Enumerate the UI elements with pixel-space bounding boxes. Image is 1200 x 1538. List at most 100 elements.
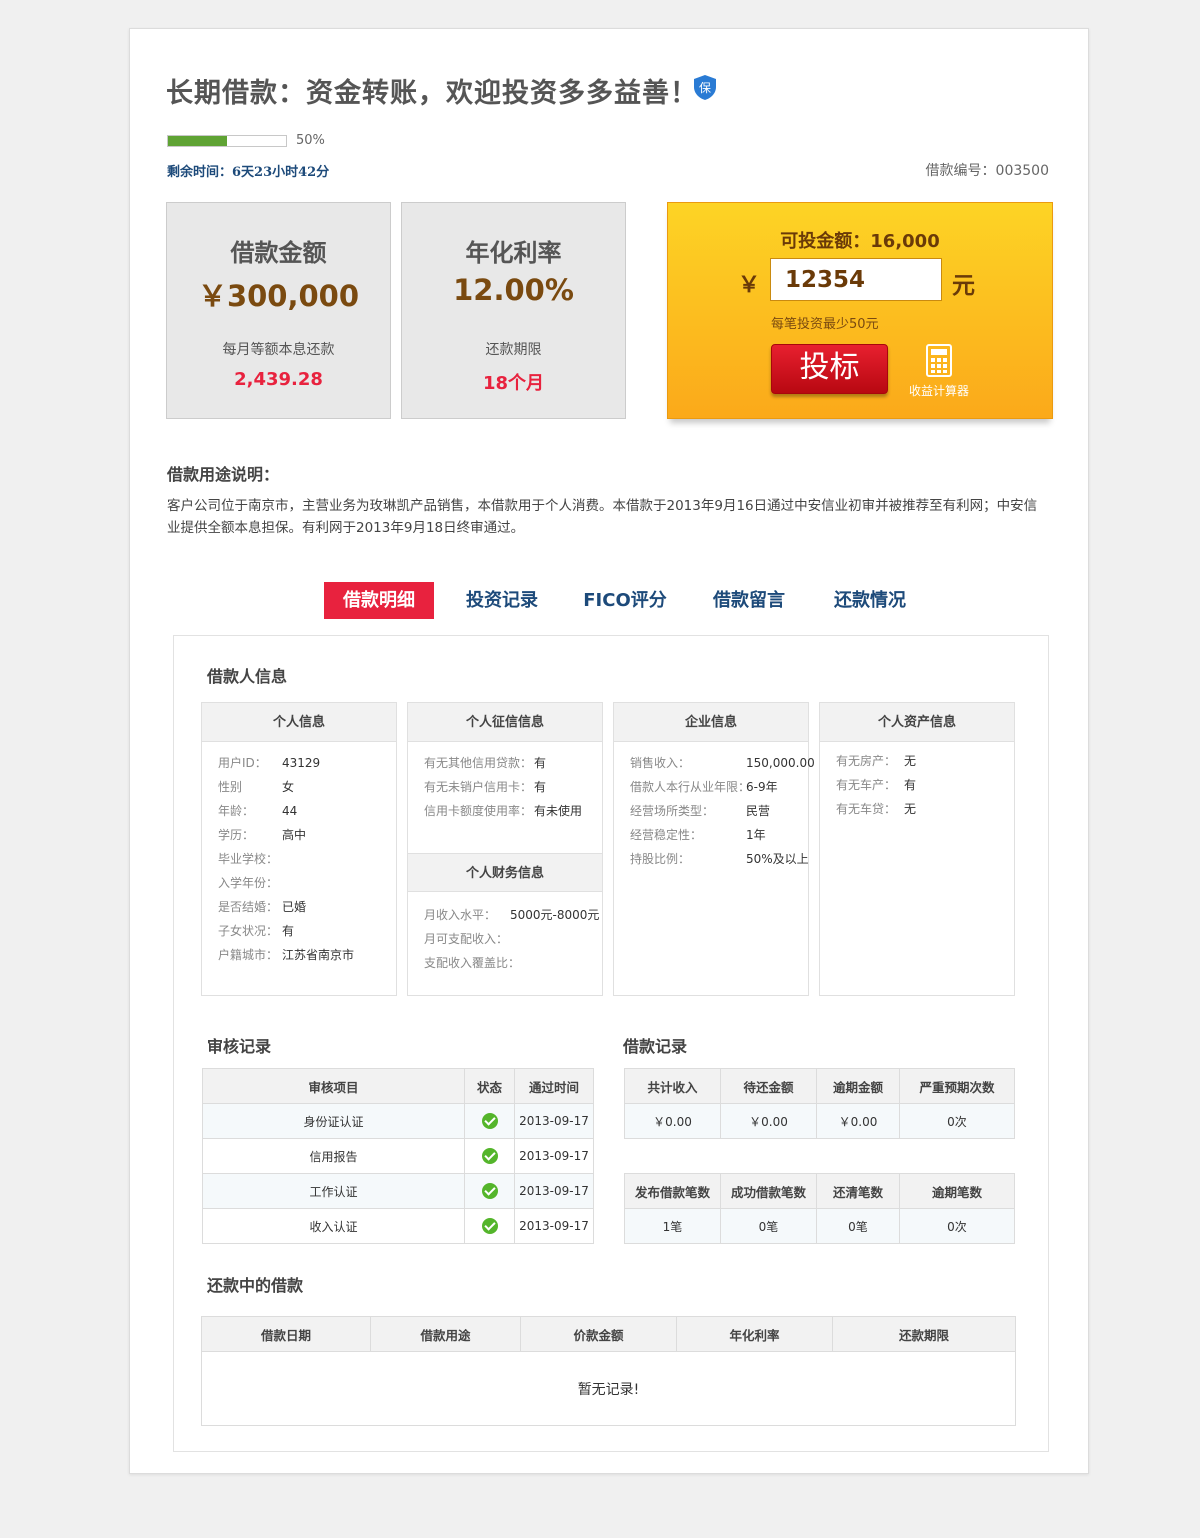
info-row: 年龄： 44 <box>218 804 298 818</box>
loan-record-table-2: 发布借款笔数 成功借款笔数 还清笔数 逾期笔数 1笔 0笔 0笔 0次 <box>624 1173 1015 1244</box>
finance-info-rows: 月收入水平： 5000元-8000元 月可支配收入： 支配收入覆盖比： <box>408 892 602 978</box>
table-row: ￥0.00 ￥0.00 ￥0.00 0次 <box>624 1103 1015 1139</box>
info-row: 经营场所类型： 民营 <box>630 804 771 818</box>
loan-amount-heading: 借款金额 <box>230 239 327 267</box>
table-row: 身份证认证 2013-09-17 <box>202 1103 594 1139</box>
info-row: 户籍城市： 江苏省南京市 <box>218 948 355 962</box>
check-icon <box>481 1183 498 1199</box>
purpose-heading: 借款用途说明： <box>167 465 280 484</box>
guarantee-shield-icon: 保 <box>694 75 716 100</box>
tab-loan-detail[interactable]: 借款明细 <box>324 582 434 627</box>
detail-tabs: 借款明细 投资记录 FICO评分 借款留言 还款情况 <box>130 582 1090 627</box>
company-info-rows: 销售收入： 150,000.00 借款人本行从业年限：6-9年 经营场所类型： 民营… <box>614 742 815 874</box>
progress-fill <box>168 136 227 146</box>
remaining-time: 剩余时间：6天23小时42分 <box>167 165 330 180</box>
bid-button[interactable]: 投标 <box>771 344 888 394</box>
loan-title-text: 长期借款：资金转账，欢迎投资多多益善！ <box>166 78 698 109</box>
table-header-row: 借款日期 借款用途 价款金额 年化利率 还款期限 <box>201 1316 1016 1352</box>
min-invest-note: 每笔投资最少50元 <box>771 317 879 332</box>
check-icon <box>481 1148 498 1164</box>
company-info-card: 企业信息 销售收入： 150,000.00 借款人本行从业年限：6-9年 经营场所… <box>613 702 815 996</box>
loan-amount-box: 借款金额 ￥300,000 每月等额本息还款 2,439.28 <box>166 202 391 419</box>
loan-title: 长期借款：资金转账，欢迎投资多多益善！ <box>166 71 698 110</box>
empty-record-message: 暂无记录! <box>201 1351 1016 1426</box>
invest-panel: 可投金额：16,000 ￥ 元 每笔投资最少50元 投标 收益计算器 <box>667 202 1053 419</box>
calculator-label: 收益计算器 <box>908 384 969 398</box>
info-row: 持股比例： 50%及以上 <box>630 852 809 866</box>
info-row: 月可支配收入： <box>424 932 509 946</box>
info-row: 经营稳定性： 1年 <box>630 828 766 842</box>
progress-label: 50% <box>296 133 325 148</box>
invest-amount-input[interactable] <box>770 258 942 301</box>
loan-number: 借款编号：003500 <box>925 163 1049 179</box>
currency-symbol: ￥ <box>738 273 761 298</box>
info-row: 信用卡额度使用率： 有未使用 <box>424 804 583 818</box>
asset-info-rows: 有无房产：无 有无车产：有 有无车贷：无 <box>820 742 1014 824</box>
monthly-payment-value: 2,439.28 <box>234 369 323 390</box>
loan-detail-card: 长期借款：资金转账，欢迎投资多多益善！ 保 50% 剩余时间：6天23小时42分… <box>129 28 1089 1474</box>
interest-rate-value: 12.00% <box>453 273 574 307</box>
table-header-row: 审核项目 状态 通过时间 <box>202 1068 594 1104</box>
info-row: 入学年份： <box>218 876 279 890</box>
table-header-row: 发布借款笔数 成功借款笔数 还清笔数 逾期笔数 <box>624 1173 1015 1209</box>
progress-bar <box>167 135 287 147</box>
info-row: 月收入水平： 5000元-8000元 <box>424 908 600 922</box>
credit-info-card: 个人征信信息 有无其他信用贷款：有 有无未销户信用卡：有 信用卡额度使用率： 有未… <box>407 702 603 996</box>
info-row: 是否结婚： 已婚 <box>218 900 307 914</box>
repay-term-label: 还款期限 <box>485 342 542 358</box>
audit-heading: 审核记录 <box>207 1037 272 1056</box>
unit-label: 元 <box>952 273 975 299</box>
check-icon <box>481 1218 498 1234</box>
audit-table: 审核项目 状态 通过时间 身份证认证 2013-09-17 信用报告 2013-… <box>202 1068 594 1244</box>
loan-amount-value: ￥300,000 <box>197 279 360 313</box>
table-row: 工作认证 2013-09-17 <box>202 1173 594 1209</box>
table-row: 收入认证 2013-09-17 <box>202 1208 594 1244</box>
info-row: 销售收入： 150,000.00 <box>630 756 815 770</box>
tab-invest-record[interactable]: 投资记录 <box>452 582 552 619</box>
tab-repayment[interactable]: 还款情况 <box>820 582 920 619</box>
available-amount: 可投金额：16,000 <box>780 231 940 252</box>
table-row: 1笔 0笔 0笔 0次 <box>624 1208 1015 1244</box>
info-row: 有无未销户信用卡：有 <box>424 780 547 794</box>
credit-info-rows: 有无其他信用贷款：有 有无未销户信用卡：有 信用卡额度使用率： 有未使用 <box>408 742 602 853</box>
personal-info-title: 个人信息 <box>202 703 396 742</box>
borrower-info-heading: 借款人信息 <box>207 667 288 686</box>
company-info-title: 企业信息 <box>614 703 808 742</box>
loan-record-table-1: 共计收入 待还金额 逾期金额 严重预期次数 ￥0.00 ￥0.00 ￥0.00 … <box>624 1068 1015 1139</box>
interest-rate-box: 年化利率 12.00% 还款期限 18个月 <box>401 202 626 419</box>
tab-loan-messages[interactable]: 借款留言 <box>699 582 799 619</box>
info-row: 有无其他信用贷款：有 <box>424 756 547 770</box>
check-icon <box>481 1113 498 1129</box>
table-row: 暂无记录! <box>201 1351 1016 1426</box>
info-row: 用户ID： 43129 <box>218 756 321 770</box>
personal-info-rows: 用户ID： 43129 性别女 年龄： 44 学历： 高中 毕业学校： 入学年份： 是… <box>202 742 396 970</box>
info-row: 毕业学校： <box>218 852 279 866</box>
tab-fico-score[interactable]: FICO评分 <box>575 582 675 619</box>
asset-info-title: 个人资产信息 <box>820 703 1014 742</box>
repay-term-value: 18个月 <box>482 373 545 394</box>
table-row: 信用报告 2013-09-17 <box>202 1138 594 1174</box>
info-row: 借款人本行从业年限：6-9年 <box>630 780 778 794</box>
credit-info-title: 个人征信信息 <box>408 703 602 742</box>
info-row: 有无房产：无 <box>836 754 917 768</box>
guarantee-badge-text: 保 <box>699 81 711 95</box>
monthly-payment-label: 每月等额本息还款 <box>222 342 335 358</box>
info-row: 有无车贷：无 <box>836 802 917 816</box>
loan-record-heading: 借款记录 <box>623 1037 688 1056</box>
info-row: 学历： 高中 <box>218 828 307 842</box>
info-row: 性别女 <box>218 780 295 794</box>
asset-info-card: 个人资产信息 有无房产：无 有无车产：有 有无车贷：无 <box>819 702 1015 996</box>
calculator-button[interactable]: 收益计算器 <box>908 344 970 399</box>
info-row: 子女状况：有 <box>218 924 295 938</box>
repaying-loans-table: 借款日期 借款用途 价款金额 年化利率 还款期限 暂无记录! <box>201 1316 1016 1426</box>
finance-info-title: 个人财务信息 <box>408 853 602 892</box>
table-header-row: 共计收入 待还金额 逾期金额 严重预期次数 <box>624 1068 1015 1104</box>
info-row: 支配收入覆盖比： <box>424 956 521 970</box>
purpose-text: 客户公司位于南京市，主营业务为玫琳凯产品销售，本借款用于个人消费。本借款于201… <box>167 498 1038 536</box>
repaying-loans-heading: 还款中的借款 <box>207 1276 304 1295</box>
interest-rate-heading: 年化利率 <box>465 239 562 267</box>
personal-info-card: 个人信息 用户ID： 43129 性别女 年龄： 44 学历： 高中 毕业学校： 入学… <box>201 702 397 996</box>
loan-detail-panel: 借款人信息 个人信息 用户ID： 43129 性别女 年龄： 44 学历： 高中 毕业… <box>173 635 1049 1452</box>
info-row: 有无车产：有 <box>836 778 917 792</box>
calculator-icon <box>926 344 952 377</box>
